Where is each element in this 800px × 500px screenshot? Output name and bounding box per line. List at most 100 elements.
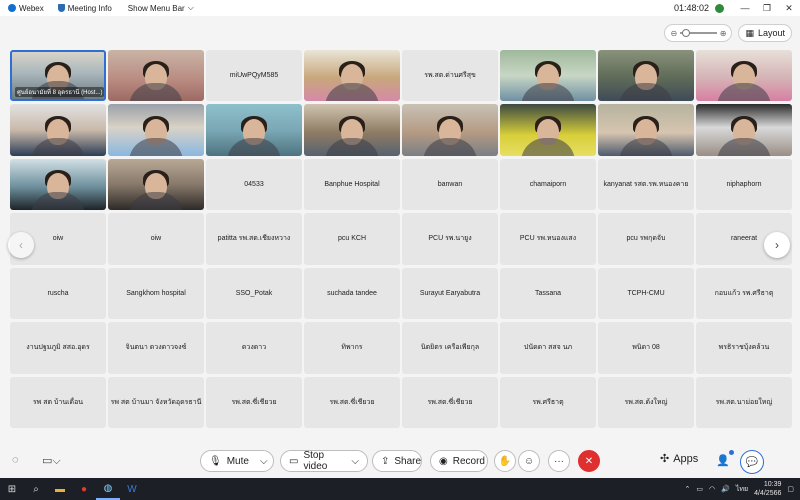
participant-name-tile[interactable]: pcu KCH — [304, 213, 400, 265]
network-icon[interactable]: ▭ — [696, 485, 703, 493]
participant-video-tile[interactable] — [500, 104, 596, 156]
zoom-out-icon[interactable]: ⊖ — [670, 29, 677, 38]
participant-video-tile[interactable] — [206, 104, 302, 156]
show-menu-bar-button[interactable]: Show Menu Bar ⌵ — [128, 3, 194, 13]
previous-page-button[interactable]: ‹ — [8, 232, 34, 258]
webex-menu[interactable]: Webex — [8, 4, 44, 13]
participant-name-tile[interactable]: ดวงดาว — [206, 322, 302, 374]
participant-name-tile[interactable]: Banphue Hospital — [304, 158, 400, 211]
participant-name-tile[interactable]: รพ.สต.ซี่เชียวย — [206, 376, 302, 428]
participant-name: รพ สต บ้านมา จังหวัดอุดรธานี — [110, 398, 202, 406]
chat-button[interactable]: 💬 — [740, 450, 764, 474]
participant-video-tile[interactable] — [304, 50, 400, 102]
participant-video-tile[interactable] — [304, 104, 400, 156]
reactions-icon[interactable]: ▭⌵ — [42, 454, 61, 468]
participant-name-tile[interactable]: kanyanat รสต.รพ.หนองคาย — [598, 158, 694, 211]
participant-name-tile[interactable]: PCU รพ.หนองแสง — [500, 213, 596, 265]
clock[interactable]: 10:39 4/4/2566 — [754, 480, 781, 498]
volume-icon[interactable]: 🔊 — [721, 485, 730, 493]
raise-hand-button[interactable]: ✋ — [494, 450, 516, 472]
participant-name-tile[interactable]: niphaphorn — [696, 158, 792, 211]
apps-button[interactable]: ✣ Apps — [660, 452, 698, 466]
participant-name-tile[interactable]: patitta รพ.สต.เชียงหวาง — [206, 213, 302, 265]
zoom-track[interactable] — [680, 29, 717, 37]
tray-chevron-icon[interactable]: ⌃ — [685, 485, 691, 493]
participant-name-tile[interactable]: pcu รพกุดจับ — [598, 213, 694, 265]
chevron-down-icon[interactable]: ⌵ — [351, 456, 359, 467]
participant-name-tile[interactable]: chamaiporn — [500, 158, 596, 211]
participant-video-tile[interactable] — [402, 104, 498, 156]
participant-name-tile[interactable]: รพ.ศรีธาตุ — [500, 376, 596, 428]
end-meeting-button[interactable]: ✕ — [578, 450, 600, 472]
meeting-info-button[interactable]: Meeting Info — [57, 4, 112, 13]
close-window-button[interactable]: ✕ — [778, 3, 800, 14]
share-icon: ⇪ — [381, 455, 390, 467]
pdf-reader-icon[interactable]: ● — [72, 478, 96, 500]
stop-video-button[interactable]: ▭ Stop video ⌵ — [280, 450, 368, 472]
participant-video-tile[interactable] — [108, 158, 204, 211]
participant-name-tile[interactable]: รพ.สต.นาม่อยใหญ่ — [696, 376, 792, 428]
participant-name-tile[interactable]: Sangkhom hospital — [108, 267, 204, 320]
participant-name-tile[interactable]: พนิดา 08 — [598, 322, 694, 374]
participant-name-tile[interactable]: นิตยิตร เครือเพียกุล — [402, 322, 498, 374]
participant-video-tile[interactable] — [598, 50, 694, 102]
participant-name-tile[interactable]: รพ.สต.ซี่เชียวย — [304, 376, 400, 428]
participant-name-tile[interactable]: งานปฐมภูมิ สสอ.อุดร — [10, 322, 106, 374]
participant-video-tile[interactable] — [500, 50, 596, 102]
record-button[interactable]: ◉ Record — [430, 450, 488, 472]
participant-name-tile[interactable]: miUwPQyM585 — [206, 50, 302, 102]
participant-name-tile[interactable]: รพ.สต.ด้งใหญ่ — [598, 376, 694, 428]
participant-video-tile[interactable] — [598, 104, 694, 156]
clock-time: 10:39 — [763, 481, 782, 488]
language-indicator[interactable]: ไทย — [736, 484, 748, 495]
participant-video-tile[interactable]: ศูนย์อนามัยที่ 8 อุดรธานี (Host...) — [10, 50, 106, 102]
participant-video-tile[interactable] — [108, 50, 204, 102]
audio-settings-icon[interactable]: ◌ — [12, 454, 19, 466]
participant-name-tile[interactable]: 04533 — [206, 158, 302, 211]
chevron-down-icon[interactable]: ⌵ — [260, 456, 268, 467]
wifi-icon[interactable]: ◠ — [709, 485, 715, 493]
participant-video-tile[interactable] — [10, 158, 106, 211]
participant-name-tile[interactable]: TCPH-CMU — [598, 267, 694, 320]
mute-button[interactable]: 🎙 Mute ⌵ — [200, 450, 274, 472]
search-icon[interactable]: ⌕ — [24, 478, 48, 500]
participant-name-tile[interactable]: รพ.สต.ด่านศรีสุข — [402, 50, 498, 102]
notifications-icon[interactable]: ▢ — [787, 485, 794, 493]
participant-name: suchada tandee — [327, 289, 377, 297]
more-options-button[interactable]: ··· — [548, 450, 570, 472]
next-page-button[interactable]: › — [764, 232, 790, 258]
webex-taskbar-icon[interactable]: ◍ — [96, 478, 120, 500]
participant-name-tile[interactable]: กอบแก้ว รพ.ศรีธาตุ — [696, 267, 792, 320]
layout-button[interactable]: ▦ Layout — [738, 24, 792, 42]
participant-name-tile[interactable]: PCU รพ.นายูง — [402, 213, 498, 265]
participant-name-tile[interactable]: banwan — [402, 158, 498, 211]
participant-video-tile[interactable] — [696, 104, 792, 156]
zoom-knob[interactable] — [682, 29, 691, 37]
zoom-slider[interactable]: ⊖ ⊕ — [664, 24, 733, 42]
participant-name-tile[interactable]: suchada tandee — [304, 267, 400, 320]
participant-name-tile[interactable]: ทิพากร — [304, 322, 400, 374]
file-explorer-icon[interactable]: ▬ — [48, 478, 72, 500]
participant-name-tile[interactable]: รพ.สต.ซี่เชียวย — [402, 376, 498, 428]
participant-name-tile[interactable]: ปนัดดา สสจ นภ — [500, 322, 596, 374]
participant-name-tile[interactable]: พรธิราชบุ้งคล้วน — [696, 322, 792, 374]
participants-icon[interactable]: 👤 — [716, 454, 730, 467]
participant-video-tile[interactable] — [10, 104, 106, 156]
participant-name-tile[interactable]: SSO_Potak — [206, 267, 302, 320]
share-button[interactable]: ⇪ Share — [372, 450, 422, 472]
participant-name-tile[interactable]: Surayut Earyabutra — [402, 267, 498, 320]
participant-name-tile[interactable]: Tassana — [500, 267, 596, 320]
participant-video-tile[interactable] — [108, 104, 204, 156]
zoom-in-icon[interactable]: ⊕ — [720, 29, 727, 38]
reactions-button[interactable]: ☺ — [518, 450, 540, 472]
minimize-button[interactable]: — — [734, 3, 756, 13]
participant-video-tile[interactable] — [696, 50, 792, 102]
participant-name-tile[interactable]: รพ สต บ้านเดื่อน — [10, 376, 106, 428]
windows-start-icon[interactable]: ⊞ — [0, 478, 24, 500]
participant-name-tile[interactable]: ruscha — [10, 267, 106, 320]
participant-name-tile[interactable]: จินตนา ดวงดาวจงซ์ — [108, 322, 204, 374]
restore-button[interactable]: ❐ — [756, 3, 778, 14]
participant-name-tile[interactable]: รพ สต บ้านมา จังหวัดอุดรธานี — [108, 376, 204, 428]
participant-name-tile[interactable]: oiw — [108, 213, 204, 265]
word-icon[interactable]: W — [120, 478, 144, 500]
